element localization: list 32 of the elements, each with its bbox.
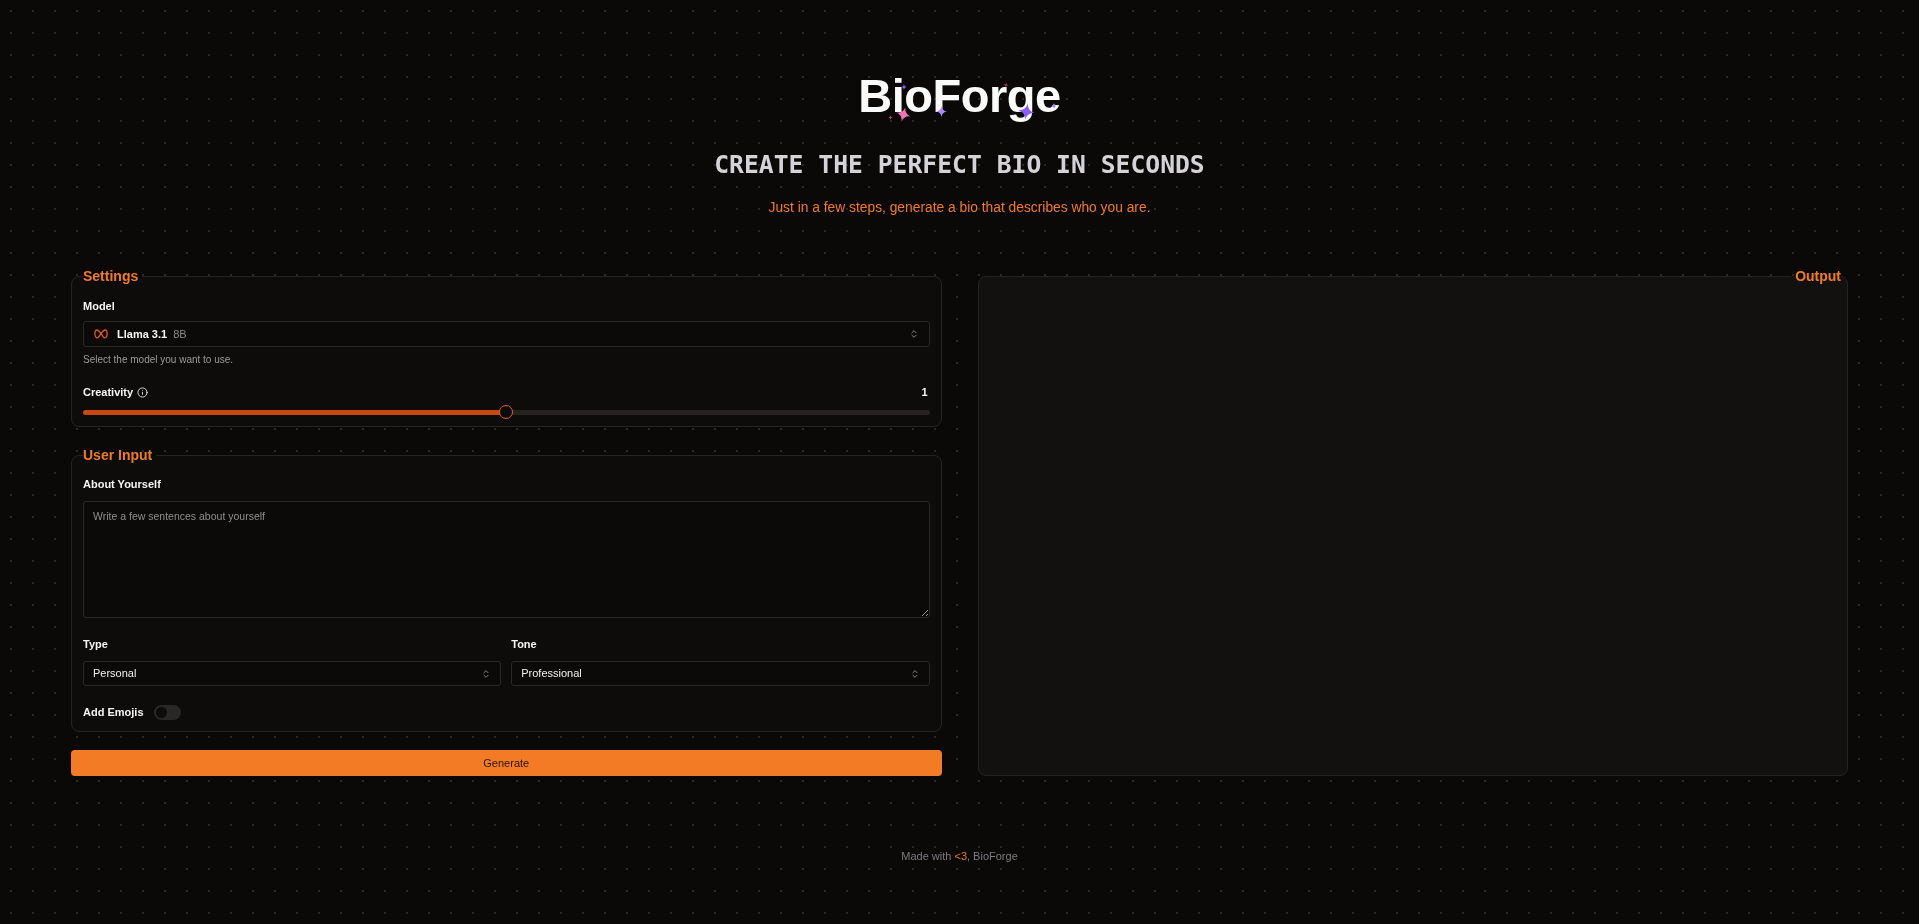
select-label: Tone [511,637,537,652]
slider-thumb[interactable] [499,405,514,419]
model-hint: Select the model you want to use. [83,353,234,367]
about-textarea[interactable]: Write a few sentences about yourself [83,501,930,618]
chevrons-up-down-icon [908,329,919,339]
sparkle-icon [1002,81,1011,89]
dropdown-select[interactable]: Professional [511,661,930,686]
page-title: CREATE THE PERFECT BIO IN SECONDS [714,149,1205,181]
sparkle-icon [935,105,947,117]
model-select[interactable]: Llama 3.1 8B [83,321,930,347]
logo-link[interactable]: BioForge [858,68,1061,124]
select-label: Type [83,637,108,652]
emojis-label: Add Emojis [83,704,144,720]
user-input-heading: User Input [83,446,154,465]
model-label: Model [83,299,115,314]
info-icon[interactable] [137,386,149,398]
creativity-value: 1 [921,384,928,400]
chevrons-up-down-icon [909,668,920,679]
output-heading: Output [1794,267,1841,286]
generate-button[interactable]: Generate [71,750,942,776]
sparkle-icon [1051,103,1058,109]
sparkle-icon [901,84,908,90]
settings-heading: Settings [83,267,140,286]
about-label: About Yourself [83,477,161,492]
creativity-label: Creativity [83,384,134,400]
infinity-icon [94,329,108,339]
dropdown-select[interactable]: Personal [83,661,502,686]
footer-credit: Made with <3, BioForge [901,849,1018,864]
emoji-toggle[interactable] [153,704,181,720]
chevrons-up-down-icon [481,668,492,679]
sparkle-icon [1016,101,1037,121]
page-subtitle: Just in a few steps, generate a bio that describes who you are. [768,199,1151,217]
